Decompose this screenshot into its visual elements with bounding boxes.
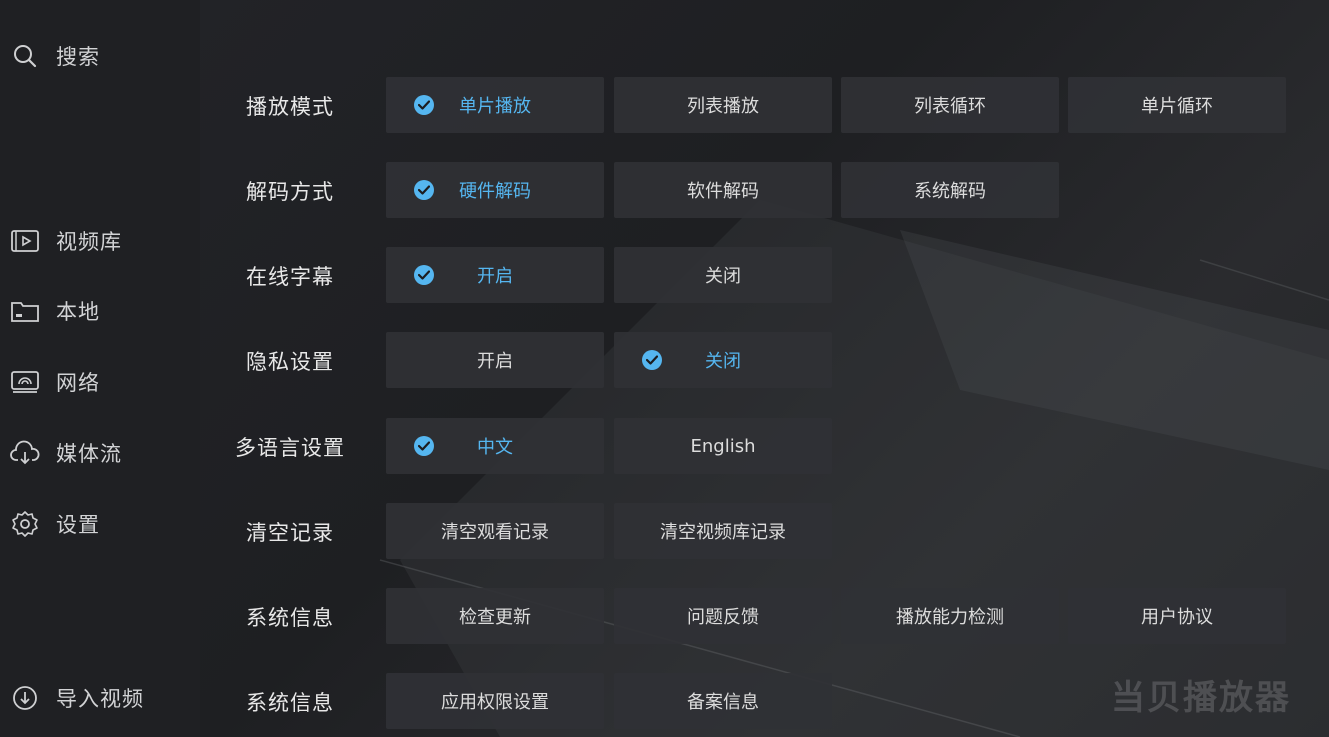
check-icon [414,180,434,200]
option-button[interactable]: 关闭 [614,332,832,388]
option-button[interactable]: 中文 [386,418,604,474]
option-label: 清空视频库记录 [660,522,786,543]
sidebar-item-media-stream[interactable]: 媒体流 [10,435,122,471]
sidebar-item-label: 网络 [56,371,100,395]
search-icon [10,41,40,71]
option-button[interactable]: 清空观看记录 [386,503,604,559]
option-label: 软件解码 [687,181,759,202]
setting-row-label: 清空记录 [246,521,334,545]
sidebar-item-local[interactable]: 本地 [10,293,100,329]
check-icon [414,436,434,456]
setting-row-label: 解码方式 [246,180,334,204]
gear-icon [10,509,40,539]
watermark-logo: 当贝播放器 [1111,678,1291,718]
sidebar-item-label: 视频库 [56,230,122,254]
option-label: English [690,435,756,457]
check-icon [642,350,662,370]
sidebar-item-label: 设置 [56,513,100,537]
option-button[interactable]: 硬件解码 [386,162,604,218]
option-button[interactable]: 单片播放 [386,77,604,133]
option-button[interactable]: 播放能力检测 [841,588,1059,644]
network-icon [10,367,40,397]
option-label: 单片播放 [459,96,531,117]
sidebar-item-video-library[interactable]: 视频库 [10,223,122,259]
option-label: 列表播放 [687,96,759,117]
setting-row-label: 系统信息 [246,691,334,715]
setting-row-label: 隐私设置 [246,350,334,374]
option-button[interactable]: 备案信息 [614,673,832,729]
check-icon [414,95,434,115]
option-label: 中文 [477,437,513,458]
sidebar-item-label: 导入视频 [56,687,144,711]
folder-icon [10,296,40,326]
option-button[interactable]: 检查更新 [386,588,604,644]
cloud-icon [10,438,40,468]
option-button[interactable]: 列表循环 [841,77,1059,133]
option-label: 列表循环 [914,96,986,117]
option-label: 问题反馈 [687,607,759,628]
option-label: 关闭 [705,351,741,372]
import-video-button[interactable]: 导入视频 [10,680,144,716]
option-button[interactable]: 软件解码 [614,162,832,218]
setting-row-label: 多语言设置 [235,436,345,460]
option-label: 单片循环 [1141,96,1213,117]
option-button[interactable]: 单片循环 [1068,77,1286,133]
option-button[interactable]: 用户协议 [1068,588,1286,644]
option-button[interactable]: 系统解码 [841,162,1059,218]
option-button[interactable]: 列表播放 [614,77,832,133]
option-label: 清空观看记录 [441,522,549,543]
option-label: 硬件解码 [459,181,531,202]
option-button[interactable]: 问题反馈 [614,588,832,644]
sidebar-item-label: 媒体流 [56,442,122,466]
sidebar-item-label: 搜索 [56,45,100,69]
option-label: 开启 [477,351,513,372]
sidebar-item-label: 本地 [56,300,100,324]
option-button[interactable]: 关闭 [614,247,832,303]
settings-panel: 播放模式 单片播放 列表播放 列表循环 单片循环解码方式 硬件解码 软件解码 系统解码在线字幕… [200,0,1329,737]
video-library-icon [10,226,40,256]
import-icon [10,683,40,713]
setting-row-label: 在线字幕 [246,265,334,289]
sidebar-item-network[interactable]: 网络 [10,364,100,400]
option-button[interactable]: 应用权限设置 [386,673,604,729]
option-button[interactable]: 开启 [386,247,604,303]
option-label: 关闭 [705,266,741,287]
option-label: 备案信息 [687,692,759,713]
sidebar-item-settings[interactable]: 设置 [10,506,100,542]
option-label: 应用权限设置 [441,692,549,713]
option-button[interactable]: English [614,418,832,474]
option-label: 检查更新 [459,607,531,628]
option-button[interactable]: 开启 [386,332,604,388]
option-button[interactable]: 清空视频库记录 [614,503,832,559]
option-label: 用户协议 [1141,607,1213,628]
setting-row-label: 系统信息 [246,606,334,630]
option-label: 开启 [477,266,513,287]
check-icon [414,265,434,285]
option-label: 系统解码 [914,181,986,202]
option-label: 播放能力检测 [896,607,1004,628]
sidebar: 搜索 视频库 本地 网络 媒体流 设置 导入视频 [0,0,200,737]
setting-row-label: 播放模式 [246,95,334,119]
sidebar-item-search[interactable]: 搜索 [10,38,100,74]
